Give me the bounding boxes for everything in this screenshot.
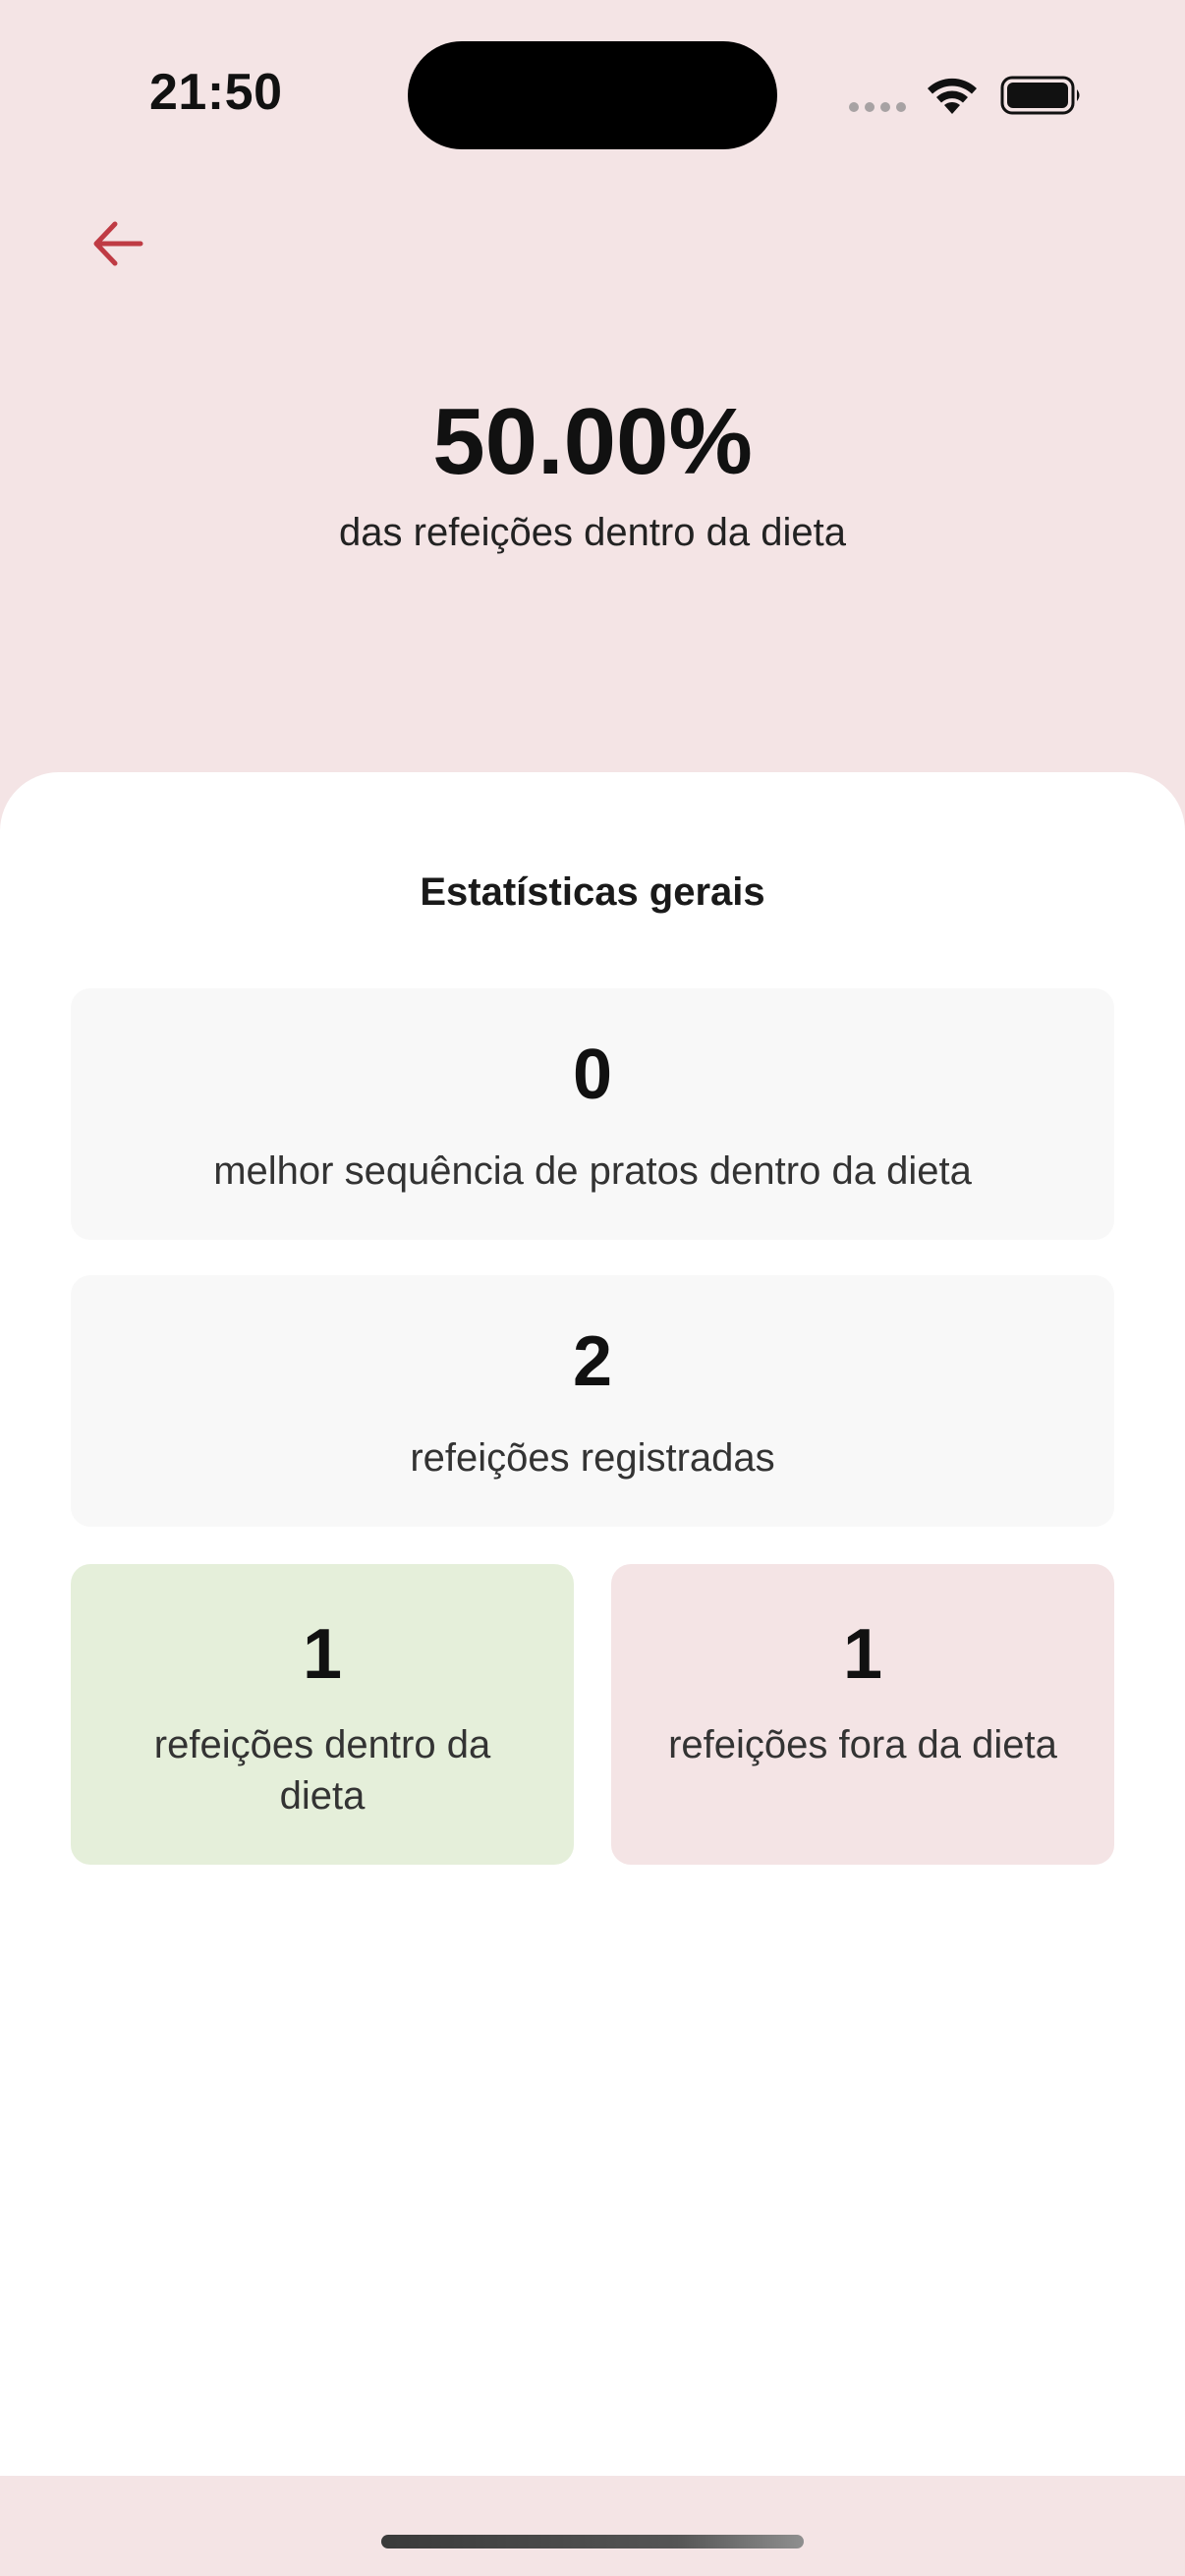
diet-percentage-caption: das refeições dentro da dieta — [339, 511, 846, 554]
out-diet-card: 1 refeições fora da dieta — [611, 1564, 1114, 1865]
statistics-panel: Estatísticas gerais 0 melhor sequência d… — [0, 772, 1185, 2476]
out-diet-label: refeições fora da dieta — [668, 1723, 1057, 1766]
home-indicator[interactable] — [381, 2535, 804, 2548]
in-diet-card: 1 refeições dentro da dieta — [71, 1564, 574, 1865]
registered-meals-value: 2 — [572, 1322, 613, 1401]
registered-meals-card: 2 refeições registradas — [71, 1275, 1114, 1527]
best-sequence-value: 0 — [572, 1036, 613, 1114]
diet-percentage: 50.00% — [432, 389, 753, 494]
in-diet-label: refeições dentro da dieta — [153, 1723, 491, 1818]
registered-meals-label: refeições registradas — [410, 1436, 775, 1480]
back-button[interactable] — [85, 210, 151, 277]
out-diet-value: 1 — [842, 1615, 883, 1694]
wifi-icon — [928, 78, 977, 114]
cellular-signal-icon — [849, 102, 906, 112]
status-time: 21:50 — [149, 64, 283, 121]
arrow-left-icon — [93, 221, 143, 266]
best-sequence-card: 0 melhor sequência de pratos dentro da d… — [71, 988, 1114, 1240]
section-title: Estatísticas gerais — [420, 870, 765, 914]
best-sequence-label: melhor sequência de pratos dentro da die… — [213, 1149, 972, 1193]
in-diet-value: 1 — [302, 1615, 343, 1694]
dynamic-island — [408, 41, 777, 149]
battery-icon — [1000, 76, 1080, 115]
